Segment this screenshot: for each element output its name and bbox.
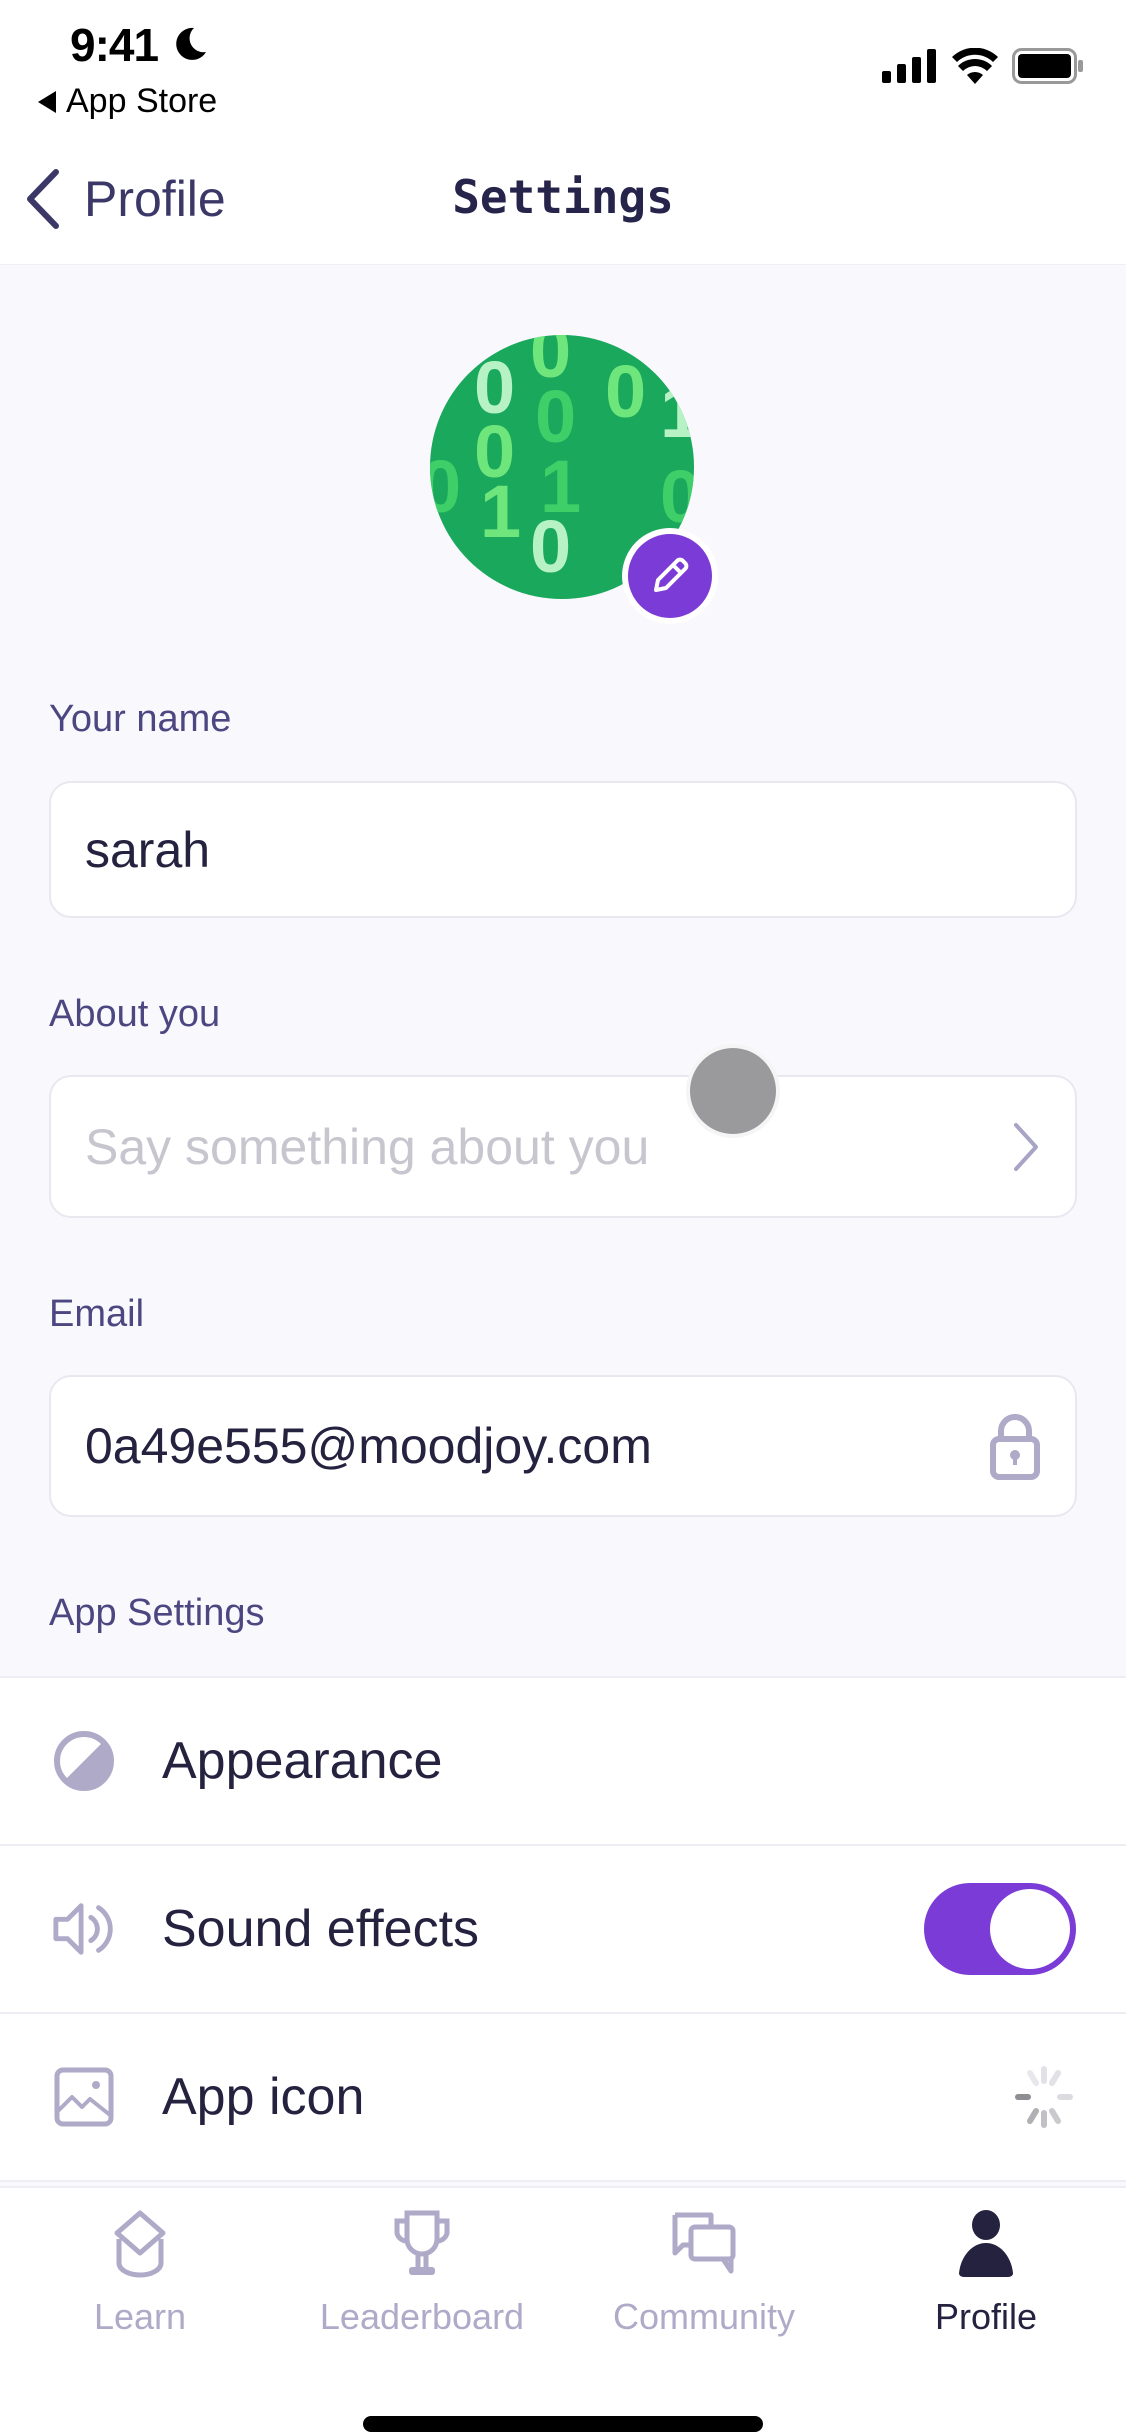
- back-app-label: App Store: [66, 82, 218, 120]
- speaker-icon: [53, 1903, 113, 1955]
- tab-profile-label: Profile: [934, 2296, 1038, 2337]
- pencil-icon: [654, 557, 689, 592]
- avatar-pattern: 0: [430, 445, 462, 528]
- avatar-pattern: 0: [660, 455, 694, 538]
- nav-bar: Profile Settings: [0, 130, 1126, 265]
- toggle-knob: [990, 1889, 1070, 1969]
- avatar-pattern: 1: [660, 370, 694, 453]
- email-value: 0a49e555@moodjoy.com: [85, 1418, 652, 1474]
- tab-learn-label: Learn: [93, 2296, 187, 2337]
- about-placeholder: Say something about you: [85, 1118, 650, 1175]
- avatar-pattern: 0: [535, 375, 577, 458]
- trophy-icon: [394, 2210, 450, 2275]
- battery-icon: [1012, 48, 1083, 84]
- tab-community[interactable]: Community: [584, 2208, 824, 2338]
- back-triangle-icon: [38, 90, 56, 113]
- tab-leaderboard-label: Leaderboard: [319, 2296, 525, 2337]
- app-icon-row[interactable]: App icon: [0, 2014, 1126, 2182]
- lock-icon: [990, 1414, 1040, 1480]
- back-to-app-store[interactable]: App Store: [38, 82, 217, 121]
- name-label: Your name: [49, 698, 232, 740]
- signal-icon: [882, 49, 936, 83]
- moon-icon: [176, 27, 206, 60]
- touch-indicator: [686, 1044, 780, 1138]
- system-icons: [882, 48, 1084, 84]
- tab-learn[interactable]: Learn: [20, 2208, 260, 2338]
- sound-effects-label: Sound effects: [162, 1900, 480, 1958]
- about-label: About you: [49, 993, 221, 1035]
- email-label: Email: [49, 1293, 145, 1335]
- app-settings-title: App Settings: [49, 1592, 265, 1634]
- chat-bubbles-icon: [672, 2212, 736, 2274]
- appearance-row[interactable]: Appearance: [0, 1678, 1126, 1846]
- about-field[interactable]: Say something about you: [49, 1075, 1077, 1218]
- avatar-pattern: 1: [480, 470, 522, 553]
- app-settings-list: Appearance Sound effects App icon: [0, 1676, 1126, 2182]
- edit-avatar-button[interactable]: [622, 528, 718, 624]
- name-field[interactable]: sarah: [49, 781, 1077, 918]
- page-title: Settings: [452, 170, 674, 224]
- sound-effects-row: Sound effects: [0, 1846, 1126, 2014]
- tab-bar: Learn Leaderboard Community Profile: [0, 2186, 1126, 2436]
- chevron-right-icon: [1014, 1122, 1038, 1171]
- wifi-icon: [952, 48, 998, 84]
- tab-profile[interactable]: Profile: [866, 2208, 1106, 2338]
- loading-spinner-icon: [1015, 2066, 1073, 2128]
- tab-leaderboard[interactable]: Leaderboard: [302, 2208, 542, 2338]
- avatar-pattern: 0: [605, 350, 647, 433]
- person-icon: [959, 2210, 1013, 2277]
- image-icon: [54, 2067, 114, 2127]
- graduation-cap-icon: [114, 2210, 166, 2278]
- app-icon-label: App icon: [162, 2068, 365, 2126]
- name-value: sarah: [85, 821, 211, 878]
- sound-effects-toggle[interactable]: [924, 1883, 1076, 1975]
- avatar-pattern: 0: [530, 505, 572, 588]
- home-indicator[interactable]: [363, 2416, 763, 2432]
- appearance-label: Appearance: [162, 1732, 443, 1790]
- tab-community-label: Community: [612, 2296, 796, 2337]
- half-circle-icon: [54, 1731, 114, 1791]
- status-time: 9:41: [70, 19, 159, 71]
- email-field[interactable]: 0a49e555@moodjoy.com: [49, 1375, 1077, 1517]
